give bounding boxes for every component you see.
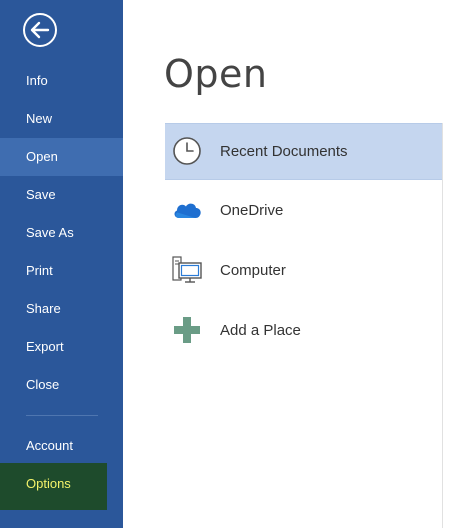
nav-item-new[interactable]: New <box>0 100 123 138</box>
nav-item-options[interactable]: Options <box>0 463 107 510</box>
nav-item-print[interactable]: Print <box>0 252 123 290</box>
nav-item-label: New <box>26 111 53 126</box>
nav-item-export[interactable]: Export <box>0 328 123 366</box>
nav-item-save[interactable]: Save <box>0 176 123 214</box>
nav-item-label: Close <box>26 377 60 392</box>
nav-item-open[interactable]: Open <box>0 138 123 176</box>
nav-item-label: Export <box>26 339 64 354</box>
backstage-sidebar: Info New Open Save Save As Print Share E… <box>0 0 123 528</box>
clock-icon <box>173 137 201 165</box>
place-computer[interactable]: Computer <box>165 243 442 298</box>
place-label: Recent Documents <box>220 143 348 160</box>
nav-item-share[interactable]: Share <box>0 290 123 328</box>
open-pane: Open Recent Documents OneDrive Computer … <box>123 0 449 528</box>
nav-item-label: Info <box>26 73 48 88</box>
nav-item-label: Save As <box>26 225 74 240</box>
place-label: OneDrive <box>220 202 284 219</box>
nav-item-save-as[interactable]: Save As <box>0 214 123 252</box>
back-button[interactable] <box>22 12 58 48</box>
place-label: Add a Place <box>220 322 301 339</box>
nav-divider <box>26 415 98 416</box>
place-add-a-place[interactable]: Add a Place <box>165 303 442 358</box>
cloud-icon <box>174 203 201 218</box>
place-onedrive[interactable]: OneDrive <box>165 183 442 238</box>
nav-item-label: Save <box>26 187 56 202</box>
nav-item-label: Account <box>26 438 73 453</box>
place-label: Computer <box>220 262 286 279</box>
nav-item-label: Open <box>26 149 58 164</box>
computer-icon <box>172 256 202 283</box>
place-recent-documents[interactable]: Recent Documents <box>165 123 442 180</box>
page-title: Open <box>164 52 268 96</box>
nav-item-label: Print <box>26 263 53 278</box>
nav-item-close[interactable]: Close <box>0 366 123 404</box>
places-list: Recent Documents OneDrive Computer Add a… <box>165 123 443 528</box>
plus-icon <box>174 317 200 343</box>
back-arrow-icon <box>23 13 57 47</box>
nav-item-account[interactable]: Account <box>0 427 123 465</box>
nav-item-label: Share <box>26 301 61 316</box>
nav-item-label: Options <box>26 476 71 491</box>
nav-item-info[interactable]: Info <box>0 62 123 100</box>
